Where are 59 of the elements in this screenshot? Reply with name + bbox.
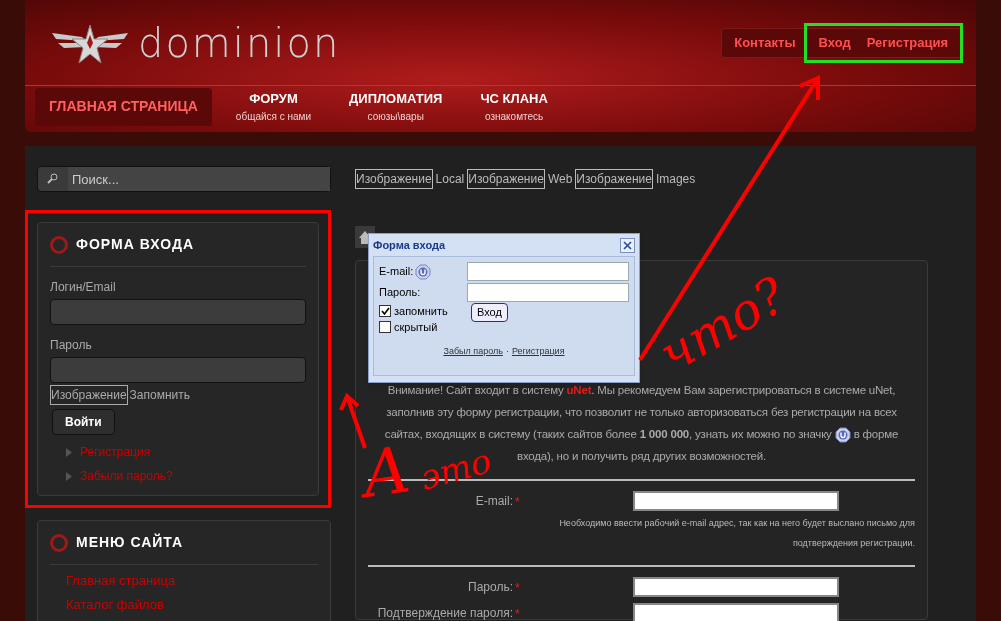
field-label: Логин/Email bbox=[50, 281, 117, 293]
dialog-label: E-mail: bbox=[379, 264, 414, 280]
input-field[interactable] bbox=[50, 357, 306, 383]
image-link-label[interactable]: Local bbox=[435, 170, 465, 188]
header-link[interactable]: Регистрация bbox=[858, 32, 956, 53]
triangle-icon bbox=[66, 447, 72, 457]
form-label: Подтверждение пароля: bbox=[376, 605, 513, 621]
dialog-link[interactable]: Забыл пароль bbox=[443, 345, 503, 359]
nav-subtitle: ознакомтесь bbox=[484, 109, 544, 124]
dialog-title: Форма входа bbox=[373, 237, 446, 253]
block-title: МЕНЮ САЙТА bbox=[76, 532, 184, 552]
logo-text: dominion bbox=[138, 22, 341, 63]
checkbox[interactable] bbox=[379, 321, 391, 333]
broken-image[interactable]: Изображение bbox=[50, 385, 128, 405]
checkbox-label: скрытый bbox=[394, 319, 438, 335]
input-field[interactable] bbox=[467, 262, 629, 281]
hand-drawn-arrow bbox=[339, 392, 367, 449]
checkbox-label: запомнить bbox=[394, 303, 448, 319]
input-field[interactable] bbox=[633, 577, 839, 597]
broken-image[interactable]: Изображение bbox=[575, 169, 653, 189]
form-label: E-mail: bbox=[474, 493, 513, 510]
broken-image[interactable]: Изображение bbox=[467, 169, 545, 189]
required-asterisk: * bbox=[515, 581, 520, 595]
image-link-label[interactable]: Images bbox=[655, 170, 696, 188]
broken-image[interactable]: Изображение bbox=[355, 169, 433, 189]
form-label: Пароль: bbox=[467, 579, 513, 596]
dialog-label: Пароль: bbox=[379, 285, 421, 301]
field-label: Пароль bbox=[50, 339, 93, 351]
close-button[interactable] bbox=[620, 237, 635, 253]
login-button[interactable]: Войти bbox=[52, 409, 115, 435]
close-icon bbox=[623, 240, 632, 250]
dialog-login-button[interactable]: Вход bbox=[471, 303, 508, 322]
header-link[interactable]: Вход bbox=[810, 32, 859, 53]
input-field[interactable] bbox=[633, 491, 839, 511]
nav-tab[interactable]: ГЛАВНАЯ СТРАНИЦА bbox=[35, 87, 212, 126]
search-field[interactable]: Поиск... bbox=[37, 166, 331, 192]
remember-label: Запомнить bbox=[129, 387, 190, 404]
nav-tab[interactable]: ДИПЛОМАТИЯ союзы\вары bbox=[335, 87, 457, 126]
input-field[interactable] bbox=[633, 603, 839, 621]
block-title: ФОРМА ВХОДА bbox=[76, 235, 194, 254]
handwritten-word: это bbox=[416, 443, 495, 495]
required-asterisk: * bbox=[515, 495, 520, 509]
nav-tab[interactable]: ЧС КЛАНА ознакомтесь bbox=[466, 87, 562, 126]
image-link-label[interactable]: Web bbox=[547, 170, 573, 188]
input-field[interactable] bbox=[467, 283, 629, 302]
ring-icon bbox=[50, 235, 68, 254]
nav-subtitle: общайся с нами bbox=[235, 109, 312, 124]
nav-subtitle: союзы\вары bbox=[367, 109, 424, 124]
unet-icon bbox=[834, 426, 851, 443]
ring-icon bbox=[50, 533, 68, 552]
field-hint: Необходимо ввести рабочий e-mail адрес, так как на него будет выслано письмо для подтверждения регистрации. bbox=[558, 517, 915, 550]
checkbox[interactable] bbox=[379, 305, 391, 317]
dialog-link[interactable]: Регистрация bbox=[511, 345, 565, 359]
input-field[interactable] bbox=[50, 299, 306, 325]
required-asterisk: * bbox=[515, 607, 520, 621]
link-separator: · bbox=[505, 345, 509, 358]
header-link[interactable]: Контакты bbox=[726, 32, 804, 53]
nav-tab[interactable]: ФОРУМ общайся с нами bbox=[221, 87, 326, 126]
triangle-icon bbox=[66, 471, 72, 481]
